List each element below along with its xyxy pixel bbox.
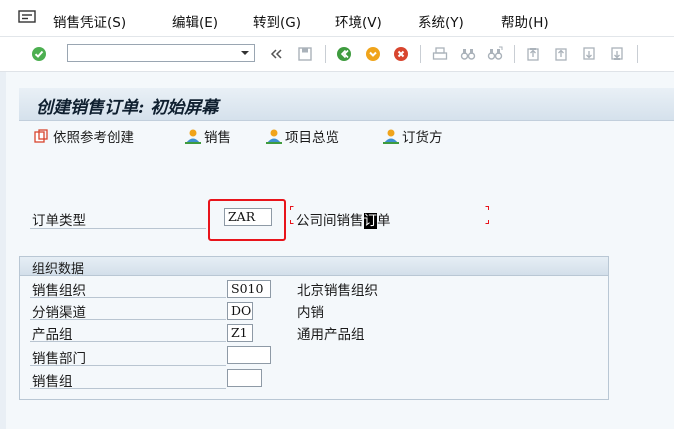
save-icon[interactable] <box>297 46 313 62</box>
organizational-data-group: 组织数据 销售组织 S010 北京销售组织 分销渠道 DO 内销 产品组 Z1 … <box>19 256 609 400</box>
menu-goto[interactable]: 转到(G) <box>253 11 301 31</box>
sold-to-party-label: 订货方 <box>402 130 443 146</box>
sales-label: 销售 <box>204 130 231 146</box>
item-overview-label: 项目总览 <box>285 130 339 146</box>
order-type-label: 订单类型 <box>32 213 86 229</box>
order-type-description-prefix: 公司间销售 <box>296 213 364 229</box>
menu-environment[interactable]: 环境(V) <box>335 11 382 31</box>
find-next-icon[interactable] <box>487 46 503 62</box>
distribution-channel-label: 分销渠道 <box>32 305 86 321</box>
left-edge <box>0 72 6 429</box>
division-input[interactable]: Z1 <box>227 324 253 342</box>
sales-office-input[interactable] <box>227 346 271 364</box>
label-underline <box>30 297 226 298</box>
menu-help[interactable]: 帮助(H) <box>501 11 549 31</box>
sold-to-party-button[interactable]: 订货方 <box>382 126 443 146</box>
label-underline <box>30 319 226 320</box>
sales-group-label: 销售组 <box>32 374 73 390</box>
person-icon <box>265 128 282 144</box>
division-label: 产品组 <box>32 327 73 343</box>
label-underline <box>30 228 206 229</box>
group-header: 组织数据 <box>20 257 608 277</box>
label-underline <box>30 388 226 389</box>
sales-office-label: 销售部门 <box>32 351 86 367</box>
menu-bar: 销售凭证(S) 编辑(E) 转到(G) 环境(V) 系统(Y) 帮助(H) <box>0 0 674 37</box>
sales-button[interactable]: 销售 <box>184 126 231 146</box>
back-icon[interactable] <box>336 46 352 62</box>
toolbar-separator <box>637 45 638 63</box>
bracket-right <box>485 206 489 224</box>
text-cursor-highlight: 订 <box>363 213 377 229</box>
cancel-icon[interactable] <box>393 46 409 62</box>
standard-toolbar <box>0 37 674 72</box>
page-title: 创建销售订单: 初始屏幕 <box>36 98 219 118</box>
item-overview-button[interactable]: 项目总览 <box>265 126 339 146</box>
create-with-reference-label: 依照参考创建 <box>53 130 134 146</box>
menu-list-icon[interactable] <box>18 10 36 24</box>
find-icon[interactable] <box>460 46 476 62</box>
toolbar-separator <box>420 45 421 63</box>
sales-group-input[interactable] <box>227 369 262 387</box>
prev-page-icon[interactable] <box>553 46 569 62</box>
title-bar: 创建销售订单: 初始屏幕 <box>19 88 674 121</box>
division-description: 通用产品组 <box>297 327 365 343</box>
toolbar-separator <box>325 45 326 63</box>
last-page-icon[interactable] <box>609 46 625 62</box>
label-underline <box>30 365 226 366</box>
command-field[interactable] <box>67 44 255 62</box>
menu-sales-document[interactable]: 销售凭证(S) <box>53 11 126 31</box>
create-with-reference-button[interactable]: 依照参考创建 <box>33 126 134 146</box>
enter-icon[interactable] <box>31 46 47 62</box>
group-title: 组织数据 <box>32 262 85 277</box>
application-toolbar: 依照参考创建 销售 项目总览 订货方 <box>19 122 674 150</box>
order-type-description: 公司间销售订单 <box>296 209 391 229</box>
first-page-icon[interactable] <box>525 46 541 62</box>
sales-org-description: 北京销售组织 <box>297 283 378 299</box>
print-icon[interactable] <box>432 46 448 62</box>
collapse-arrows-icon[interactable] <box>268 46 284 62</box>
copy-document-icon <box>33 128 49 144</box>
distribution-channel-description: 内销 <box>297 305 324 321</box>
order-type-description-suffix: 单 <box>377 213 391 229</box>
toolbar-separator <box>514 45 515 63</box>
sales-org-input[interactable]: S010 <box>227 280 271 298</box>
menu-system[interactable]: 系统(Y) <box>418 11 464 31</box>
menu-edit[interactable]: 编辑(E) <box>172 11 218 31</box>
main-content: 创建销售订单: 初始屏幕 依照参考创建 销售 项目总览 订货方 订单类型 ZAR… <box>0 72 674 429</box>
distribution-channel-input[interactable]: DO <box>227 302 253 320</box>
exit-icon[interactable] <box>365 46 381 62</box>
highlight-box <box>208 199 286 241</box>
command-dropdown-icon[interactable] <box>236 45 254 61</box>
bracket-left <box>290 206 294 224</box>
sales-org-label: 销售组织 <box>32 283 86 299</box>
person-icon <box>184 128 201 144</box>
next-page-icon[interactable] <box>581 46 597 62</box>
label-underline <box>30 341 226 342</box>
person-icon <box>382 128 399 144</box>
